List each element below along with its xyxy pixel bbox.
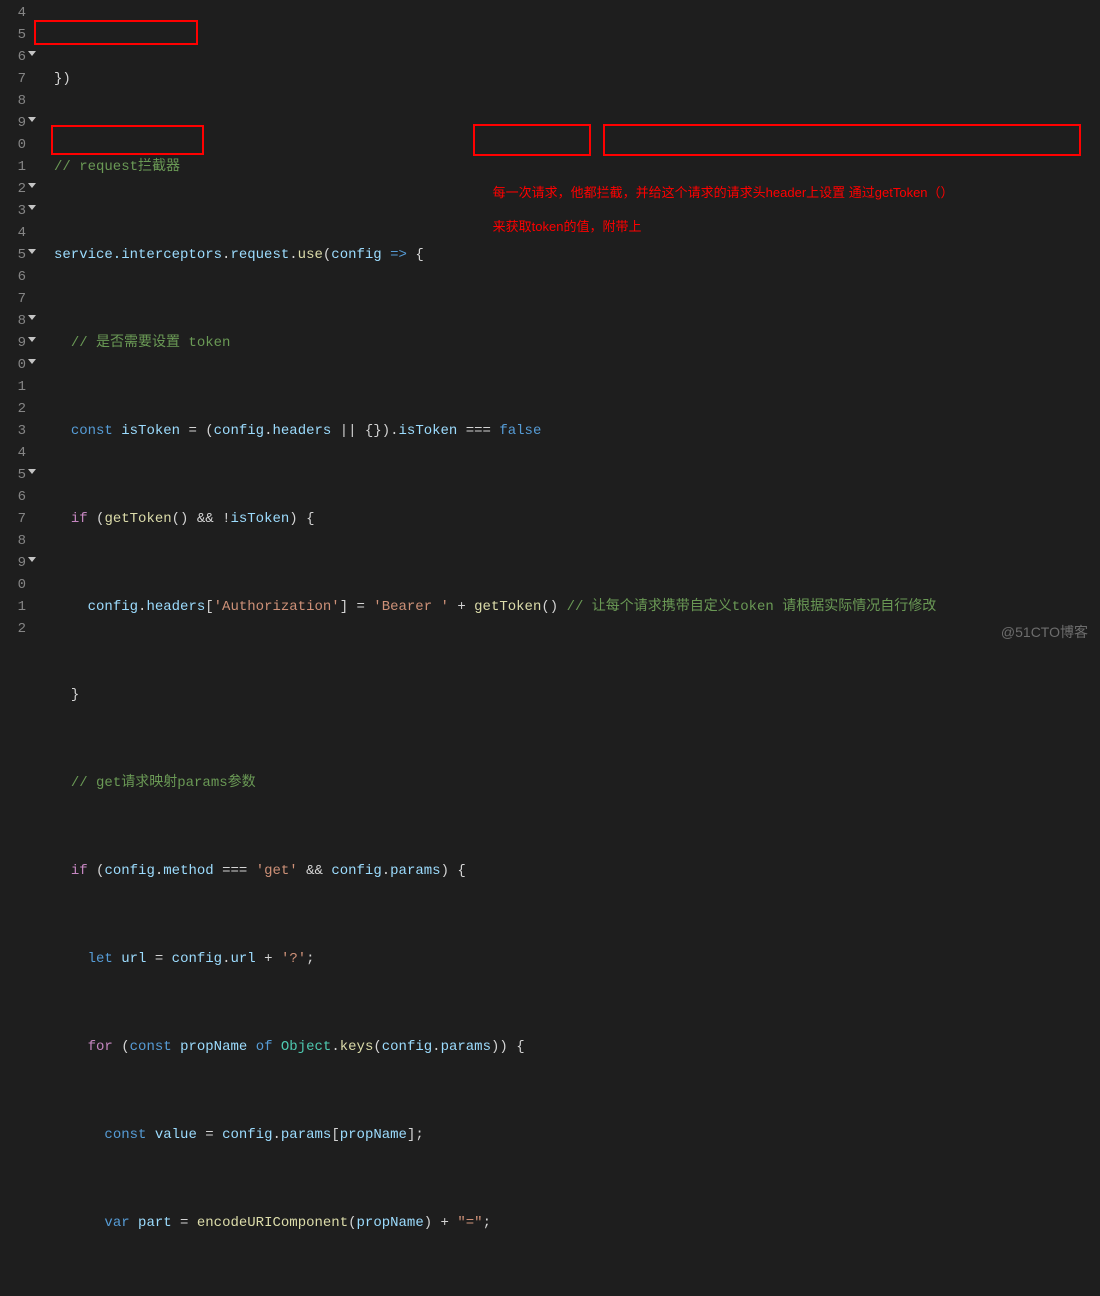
fold-icon[interactable] <box>28 557 36 562</box>
line-number: 3 <box>0 200 26 222</box>
line-number: 1 <box>0 376 26 398</box>
line-number: 1 <box>0 156 26 178</box>
highlight-box <box>51 125 204 155</box>
line-number: 0 <box>0 354 26 376</box>
line-number: 9 <box>0 112 26 134</box>
code-line: if (getToken() && !isToken) { <box>54 508 1100 530</box>
code-line: var part = encodeURIComponent(propName) … <box>54 1212 1100 1234</box>
code-line: } <box>54 684 1100 706</box>
fold-icon[interactable] <box>28 315 36 320</box>
code-line: const value = config.params[propName]; <box>54 1124 1100 1146</box>
line-number: 3 <box>0 420 26 442</box>
code-line: // 是否需要设置 token <box>54 332 1100 354</box>
line-number: 1 <box>0 596 26 618</box>
line-number: 0 <box>0 574 26 596</box>
code-area[interactable]: }) // request拦截器 service.interceptors.re… <box>36 0 1100 648</box>
line-number: 7 <box>0 68 26 90</box>
highlight-box <box>603 124 1081 156</box>
fold-icon[interactable] <box>28 249 36 254</box>
line-number: 2 <box>0 398 26 420</box>
line-number: 6 <box>0 266 26 288</box>
code-line: for (const propName of Object.keys(confi… <box>54 1036 1100 1058</box>
code-editor[interactable]: 45678901234567890123456789012 }) // requ… <box>0 0 1100 648</box>
code-line: let url = config.url + '?'; <box>54 948 1100 970</box>
line-number-gutter: 45678901234567890123456789012 <box>0 0 36 648</box>
watermark: @51CTO博客 <box>1001 622 1088 642</box>
line-number: 5 <box>0 244 26 266</box>
line-number: 8 <box>0 90 26 112</box>
line-number: 6 <box>0 46 26 68</box>
fold-icon[interactable] <box>28 183 36 188</box>
line-number: 9 <box>0 552 26 574</box>
fold-icon[interactable] <box>28 337 36 342</box>
fold-icon[interactable] <box>28 359 36 364</box>
line-number: 5 <box>0 24 26 46</box>
line-number: 2 <box>0 618 26 640</box>
highlight-box <box>34 20 198 45</box>
line-number: 6 <box>0 486 26 508</box>
line-number: 4 <box>0 2 26 24</box>
code-line: if (config.method === 'get' && config.pa… <box>54 860 1100 882</box>
line-number: 8 <box>0 310 26 332</box>
code-line: config.headers['Authorization'] = 'Beare… <box>54 596 1100 618</box>
fold-icon[interactable] <box>28 469 36 474</box>
line-number: 9 <box>0 332 26 354</box>
line-number: 7 <box>0 288 26 310</box>
fold-icon[interactable] <box>28 51 36 56</box>
line-number: 5 <box>0 464 26 486</box>
line-number: 7 <box>0 508 26 530</box>
line-number: 8 <box>0 530 26 552</box>
fold-icon[interactable] <box>28 117 36 122</box>
line-number: 4 <box>0 222 26 244</box>
line-number: 4 <box>0 442 26 464</box>
code-line: const isToken = (config.headers || {}).i… <box>54 420 1100 442</box>
code-line: // get请求映射params参数 <box>54 772 1100 794</box>
annotation-text: 每一次请求，他都拦截，并给这个请求的请求头header上设置 通过getToke… <box>471 167 954 252</box>
fold-icon[interactable] <box>28 205 36 210</box>
line-number: 2 <box>0 178 26 200</box>
code-line: }) <box>54 68 1100 90</box>
line-number: 0 <box>0 134 26 156</box>
highlight-box <box>473 124 591 156</box>
